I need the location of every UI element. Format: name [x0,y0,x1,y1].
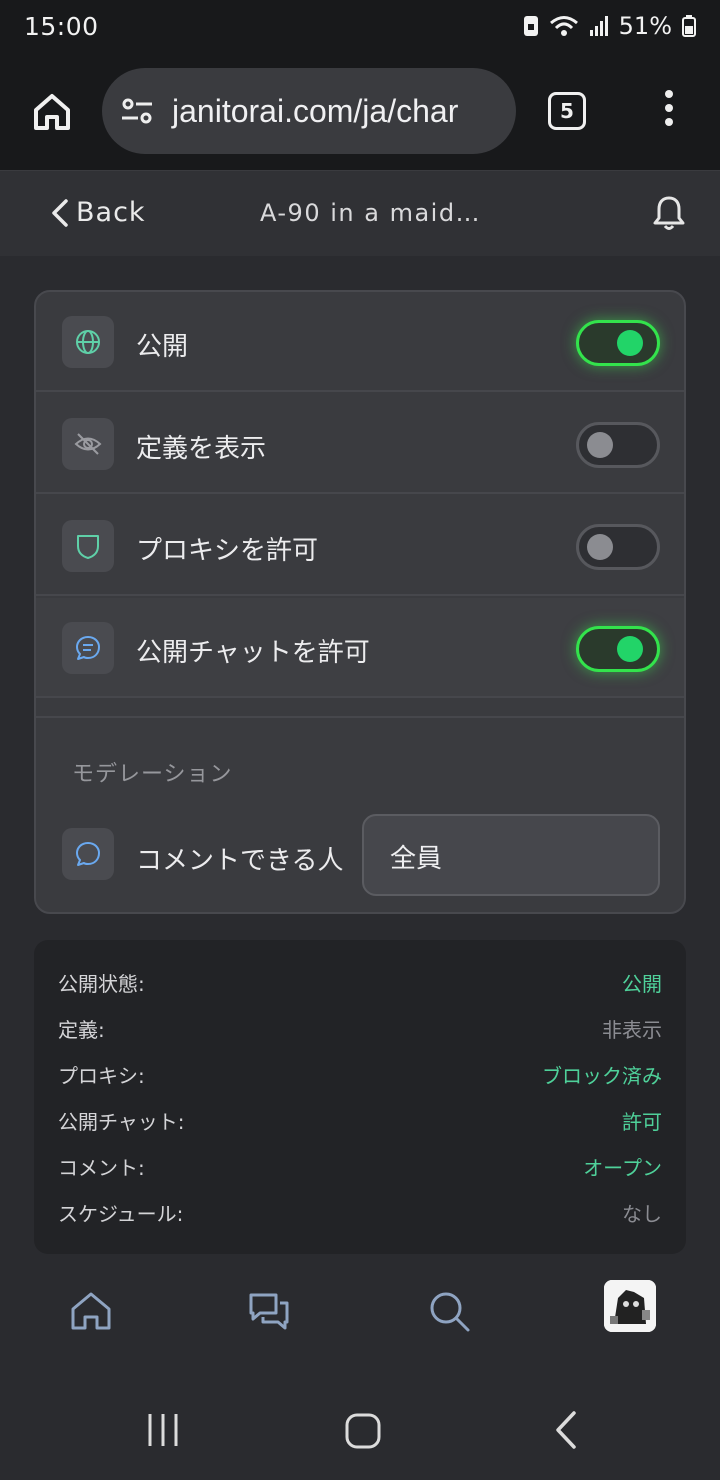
status-icons: 51% [523,12,696,40]
setting-label: 公開 [136,332,189,362]
comment-icon [62,828,114,880]
address-bar[interactable]: janitorai.com/ja/char [102,68,516,154]
system-home-icon[interactable] [344,1412,382,1454]
settings-summary: 公開状態: 公開 定義: 非表示 プロキシ: ブロック済み 公開チャット: 許可… [34,940,686,1254]
moderation-section-title: モデレーション [72,762,233,787]
allow-proxy-toggle[interactable] [576,524,660,570]
setting-row-public: 公開 [36,292,684,392]
summary-key: 定義: [58,1018,105,1042]
summary-row: 定義: 非表示 [58,1014,662,1043]
tab-switcher-button[interactable]: 5 [548,92,586,130]
browser-menu-icon[interactable] [656,90,682,134]
nav-chats-icon[interactable] [246,1288,292,1334]
browser-home-icon[interactable] [30,90,74,134]
summary-value: 許可 [622,1110,662,1134]
sim-icon [523,15,539,37]
setting-label: 公開チャットを許可 [136,638,370,668]
nav-search-icon[interactable] [426,1288,472,1334]
battery-text: 51% [618,12,672,40]
summary-value: 公開 [622,972,662,996]
public-chat-toggle[interactable] [576,626,660,672]
summary-key: プロキシ: [58,1064,145,1088]
status-bar: 15:00 51% [0,0,720,52]
comment-permission-select[interactable]: 全員 [362,814,660,896]
summary-key: 公開状態: [58,972,145,996]
setting-label: 定義を表示 [136,434,267,464]
summary-key: コメント: [58,1156,145,1180]
summary-row: プロキシ: ブロック済み [58,1060,662,1089]
setting-label: プロキシを許可 [136,536,319,566]
summary-row: 公開状態: 公開 [58,968,662,997]
globe-icon [62,316,114,368]
summary-key: 公開チャット: [58,1110,185,1134]
setting-row-allow-proxy: プロキシを許可 [36,496,684,596]
setting-row-public-chat: 公開チャットを許可 [36,598,684,698]
summary-row: コメント: オープン [58,1152,662,1181]
wifi-icon [549,15,579,37]
signal-icon [589,15,609,37]
chat-icon [62,622,114,674]
summary-value: なし [622,1202,662,1226]
summary-value: 非表示 [602,1018,662,1042]
system-navigation-bar [0,1380,720,1480]
browser-toolbar: janitorai.com/ja/char 5 [0,52,720,170]
system-back-icon[interactable] [552,1410,578,1454]
url-text: janitorai.com/ja/char [172,92,459,129]
show-definition-toggle[interactable] [576,422,660,468]
recent-apps-icon[interactable] [146,1412,180,1452]
comment-permission-label: コメントできる人 [136,846,344,876]
eye-off-icon [62,418,114,470]
profile-avatar[interactable] [604,1280,656,1332]
settings-card: 公開 定義を表示 プロキシを許可 公開チャットを許可 モデレーション コメントで… [34,290,686,914]
site-settings-icon[interactable] [120,94,154,128]
back-label: Back [76,197,146,228]
page-title: A-90 in a maid… [260,199,482,227]
summary-value: オープン [583,1156,662,1180]
section-divider [36,716,684,718]
battery-icon [682,15,696,37]
bell-icon[interactable] [652,194,686,236]
public-toggle[interactable] [576,320,660,366]
bottom-navigation [0,1262,720,1362]
summary-key: スケジュール: [58,1202,184,1226]
chevron-left-icon [52,198,68,227]
setting-row-show-definition: 定義を表示 [36,394,684,494]
summary-value: ブロック済み [542,1064,662,1088]
status-time: 15:00 [24,11,99,41]
shield-icon [62,520,114,572]
nav-home-icon[interactable] [68,1288,114,1334]
summary-row: 公開チャット: 許可 [58,1106,662,1135]
summary-row: スケジュール: なし [58,1198,662,1227]
back-button[interactable]: Back [50,197,146,228]
page-header: Back A-90 in a maid… [0,170,720,256]
